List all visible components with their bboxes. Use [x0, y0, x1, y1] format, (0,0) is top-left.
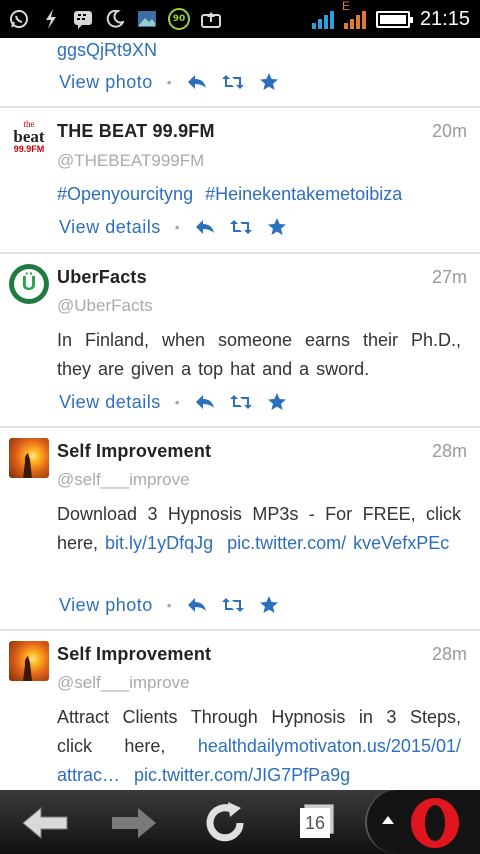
tweet-link[interactable]: pic.twitter.com/JIG7PfPa9g [134, 765, 350, 785]
flash-icon [40, 8, 62, 30]
timeline[interactable]: ggsQjRt9XN View photo • the beat 99.9FM … [0, 38, 480, 790]
avatar[interactable]: Ü [9, 264, 49, 304]
display-name[interactable]: UberFacts [57, 267, 147, 288]
clock: 21:15 [419, 7, 470, 30]
forward-icon[interactable] [107, 796, 161, 850]
tweet-actions: View details • [59, 216, 302, 238]
favorite-star-icon[interactable] [258, 71, 280, 93]
avatar-text: beat [13, 127, 45, 146]
battery-icon [375, 10, 413, 28]
browser-toolbar: 16 [0, 790, 480, 854]
display-name[interactable]: Self Improvement [57, 644, 211, 665]
view-photo-link[interactable]: View photo [59, 72, 153, 93]
user-handle[interactable]: @UberFacts [57, 296, 153, 316]
hashtag-link[interactable]: #Openyourcityng [57, 184, 193, 204]
network-signal-2-icon: E [342, 0, 366, 29]
network-type-label: E [341, 0, 350, 13]
retweet-icon[interactable] [221, 71, 244, 93]
avatar[interactable]: the beat 99.9FM [9, 120, 49, 160]
reply-icon[interactable] [186, 594, 208, 616]
view-photo-link[interactable]: View photo [59, 595, 153, 616]
avatar-text: 99.9FM [13, 144, 45, 154]
reply-icon[interactable] [194, 216, 216, 238]
bbm-icon [72, 8, 94, 30]
display-name[interactable]: THE BEAT 99.9FM [57, 121, 215, 142]
whatsapp-icon [8, 8, 30, 30]
tweet-time: 27m [431, 267, 467, 287]
hashtag-link[interactable]: #Heinekentakemetoibiza [205, 184, 402, 204]
opera-logo-icon[interactable] [407, 796, 463, 854]
upload-icon [200, 8, 222, 30]
user-handle[interactable]: @self___improve [57, 470, 190, 490]
tweet-time: 20m [431, 121, 467, 141]
tweet-time: 28m [431, 644, 467, 664]
reload-icon[interactable] [198, 796, 252, 850]
view-details-link[interactable]: View details [59, 217, 161, 238]
tweet-item[interactable]: Ü UberFacts 27m @UberFacts In Finland, w… [0, 254, 480, 428]
user-handle[interactable]: @THEBEAT999FM [57, 151, 204, 171]
opera-menu[interactable] [365, 790, 480, 854]
back-icon[interactable] [18, 796, 72, 850]
tweet-link[interactable]: ggsQjRt9XN [57, 40, 157, 60]
tweet-actions: View photo • [59, 71, 294, 93]
separator-dot: • [174, 219, 180, 235]
tweet-item[interactable]: Self Improvement 28m @self___improve Att… [0, 631, 480, 790]
avatar[interactable] [9, 438, 49, 478]
status-bar: 90 E 21:15 [0, 0, 480, 38]
tabs-icon[interactable]: 16 [288, 796, 342, 850]
tweet-link[interactable]: attrac… [57, 765, 120, 785]
moon-icon [104, 8, 126, 30]
reply-icon[interactable] [186, 71, 208, 93]
tweet-actions: View details • [59, 391, 302, 413]
signal-icon [311, 9, 334, 29]
separator-dot: • [166, 74, 172, 90]
tab-count: 16 [300, 808, 330, 838]
reply-icon[interactable] [194, 391, 216, 413]
user-handle[interactable]: @self___improve [57, 673, 190, 693]
badge-90-icon: 90 [168, 8, 190, 30]
tweet-text: In Finland, when someone earns their Ph.… [57, 330, 461, 379]
favorite-star-icon[interactable] [266, 391, 288, 413]
favorite-star-icon[interactable] [258, 594, 280, 616]
tweet-link[interactable]: pic.twitter.com/ [227, 533, 346, 553]
tweet-link[interactable]: bit.ly/1yDfqJg [105, 533, 213, 553]
favorite-star-icon[interactable] [266, 216, 288, 238]
retweet-icon[interactable] [229, 216, 252, 238]
view-details-link[interactable]: View details [59, 392, 161, 413]
tweet-time: 28m [431, 441, 467, 461]
avatar-text: Ü [14, 269, 44, 299]
tweet-item[interactable]: ggsQjRt9XN View photo • [0, 38, 480, 108]
retweet-icon[interactable] [221, 594, 244, 616]
retweet-icon[interactable] [229, 391, 252, 413]
tweet-link[interactable]: healthdailymotivaton.us/2015/01/ [198, 736, 461, 756]
tweet-link[interactable]: kveVefxPEc [353, 533, 449, 553]
display-name[interactable]: Self Improvement [57, 441, 211, 462]
separator-dot: • [174, 394, 180, 410]
tweet-actions: View photo • [59, 594, 294, 616]
separator-dot: • [166, 597, 172, 613]
menu-up-icon[interactable] [381, 812, 395, 830]
gallery-icon [136, 8, 158, 30]
tweet-item[interactable]: the beat 99.9FM THE BEAT 99.9FM 20m @THE… [0, 108, 480, 254]
tweet-item[interactable]: Self Improvement 28m @self___improve Dow… [0, 428, 480, 631]
avatar[interactable] [9, 641, 49, 681]
